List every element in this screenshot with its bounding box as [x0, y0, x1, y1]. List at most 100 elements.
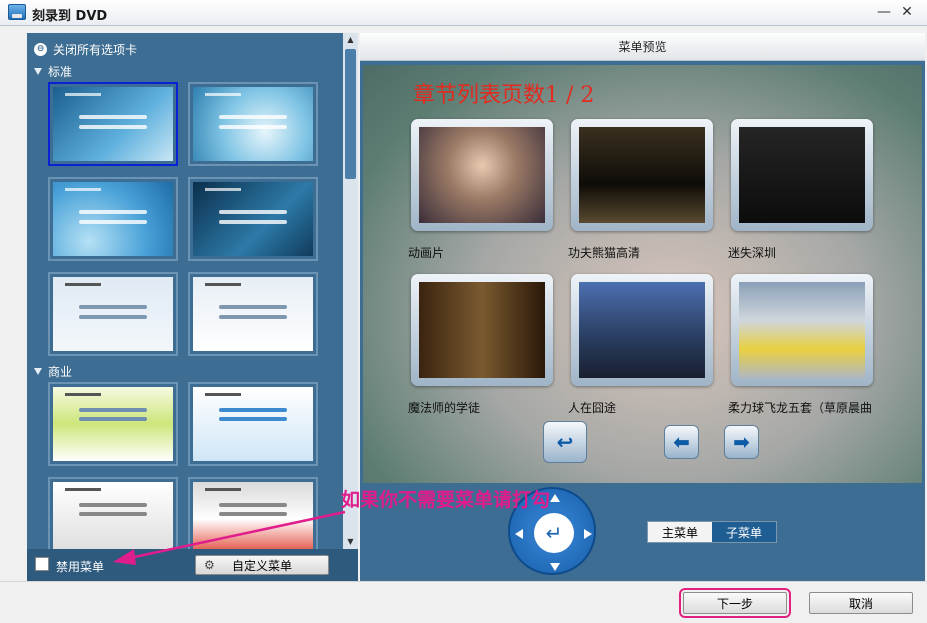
return-icon[interactable]: ↩ — [543, 421, 587, 463]
dpad-enter-icon[interactable]: ↵ — [534, 513, 574, 553]
scrollbar-thumb[interactable] — [345, 49, 356, 179]
annotation-text: 如果你不需要菜单请打勾 — [341, 489, 551, 511]
chapter-label: 动画片 — [408, 246, 445, 260]
menu-type-toggle: 主菜单 子菜单 — [647, 521, 777, 543]
template-header — [205, 282, 241, 286]
template-bar — [79, 115, 147, 120]
disable-menu-checkbox[interactable] — [35, 557, 49, 571]
main-menu-tab[interactable]: 主菜单 — [648, 522, 712, 542]
template-header — [65, 282, 101, 286]
category-label: 商业 — [48, 365, 73, 379]
chapter-label: 人在囧途 — [568, 401, 617, 415]
template-bar — [79, 220, 147, 225]
custom-menu-label: 自定义菜单 — [231, 558, 292, 573]
template-header — [65, 487, 101, 491]
template-thumb[interactable] — [188, 82, 318, 166]
chapter-thumbnail[interactable] — [411, 274, 553, 386]
template-bar — [219, 220, 287, 225]
template-thumb[interactable] — [48, 477, 178, 549]
dpad-down-icon[interactable] — [550, 563, 560, 571]
dpad-up-icon[interactable] — [550, 494, 560, 502]
template-bar — [79, 416, 147, 421]
scroll-up-icon[interactable]: ▲ — [343, 33, 358, 47]
template-options-bar: 禁用菜单 ⚙ 自定义菜单 — [27, 549, 358, 581]
template-thumb[interactable] — [188, 272, 318, 356]
template-header — [205, 487, 241, 491]
template-thumb[interactable] — [48, 272, 178, 356]
chapter-label: 柔力球飞龙五套（草原晨曲 — [728, 401, 873, 415]
sub-menu-tab[interactable]: 子菜单 — [712, 522, 776, 542]
template-panel: ⊖ 关闭所有选项卡 标准 商业 ▲ ▼ 禁用菜单 ⚙ 自定义菜单 — [27, 33, 358, 581]
gear-icon: ⚙ — [204, 558, 215, 572]
chapter-thumbnail[interactable] — [571, 274, 713, 386]
template-header — [205, 92, 241, 96]
chapter-label: 功夫熊猫高清 — [568, 246, 641, 260]
prev-page-icon[interactable]: ⬅ — [664, 425, 699, 459]
close-tabs-icon: ⊖ — [34, 43, 47, 56]
chapter-frame — [739, 127, 865, 223]
template-preview — [53, 182, 173, 256]
next-button[interactable]: 下一步 — [679, 588, 791, 618]
template-preview — [193, 387, 313, 461]
template-thumb[interactable] — [48, 177, 178, 261]
template-thumb[interactable] — [188, 382, 318, 466]
template-bar — [219, 210, 287, 215]
template-header — [205, 187, 241, 191]
chapter-frame — [579, 282, 705, 378]
chapter-label: 迷失深圳 — [728, 246, 777, 260]
chapter-thumbnail[interactable] — [731, 119, 873, 231]
chapter-frame — [739, 282, 865, 378]
chapter-thumbnail[interactable] — [411, 119, 553, 231]
template-preview — [53, 482, 173, 549]
template-preview — [53, 387, 173, 461]
template-bar — [219, 115, 287, 120]
template-preview — [193, 87, 313, 161]
template-bar — [79, 511, 147, 516]
template-bar — [219, 511, 287, 516]
template-bar — [219, 407, 287, 412]
chapter-label: 魔法师的学徒 — [408, 401, 481, 415]
category-standard[interactable]: 标准 — [34, 63, 72, 80]
expand-triangle-icon — [34, 68, 42, 75]
chapter-thumbnail[interactable] — [571, 119, 713, 231]
template-bar — [219, 315, 287, 320]
template-bar — [219, 125, 287, 130]
cancel-button[interactable]: 取消 — [809, 592, 913, 614]
chapter-frame — [579, 127, 705, 223]
template-thumb[interactable] — [48, 82, 178, 166]
close-button[interactable]: ✕ — [897, 3, 917, 21]
template-header — [205, 392, 241, 396]
template-header — [65, 392, 101, 396]
close-all-tabs[interactable]: ⊖ 关闭所有选项卡 — [34, 41, 137, 58]
category-label: 标准 — [48, 65, 73, 79]
chapter-frame — [419, 127, 545, 223]
template-bar — [79, 315, 147, 320]
template-thumb[interactable] — [48, 382, 178, 466]
custom-menu-button[interactable]: ⚙ 自定义菜单 — [195, 555, 329, 575]
disable-menu-label: 禁用菜单 — [56, 560, 105, 574]
category-business[interactable]: 商业 — [34, 363, 72, 380]
template-thumb[interactable] — [188, 477, 318, 549]
scroll-down-icon[interactable]: ▼ — [343, 535, 358, 549]
next-page-icon[interactable]: ➡ — [724, 425, 759, 459]
template-bar — [79, 305, 147, 310]
chapter-frame — [419, 282, 545, 378]
template-header — [65, 92, 101, 96]
chapter-thumbnail[interactable] — [731, 274, 873, 386]
template-header — [65, 187, 101, 191]
template-thumb[interactable] — [188, 177, 318, 261]
template-scrollbar[interactable]: ▲ ▼ — [343, 33, 358, 549]
close-all-tabs-label: 关闭所有选项卡 — [53, 43, 138, 57]
template-bar — [79, 502, 147, 507]
template-preview — [193, 182, 313, 256]
preview-title: 菜单预览 — [360, 33, 925, 61]
title-bar: 刻录到 DVD — ✕ — [0, 0, 927, 26]
template-bar — [219, 416, 287, 421]
menu-preview-canvas: 章节列表页数1 / 2 动画片 功夫熊猫高清 迷失深圳 魔法师的学徒 人在囧途 … — [363, 65, 922, 483]
template-bar — [219, 502, 287, 507]
dpad-left-icon[interactable] — [515, 529, 523, 539]
minimize-button[interactable]: — — [874, 3, 894, 21]
template-preview — [193, 277, 313, 351]
dpad-right-icon[interactable] — [584, 529, 592, 539]
chapter-page-title: 章节列表页数1 / 2 — [413, 83, 595, 108]
